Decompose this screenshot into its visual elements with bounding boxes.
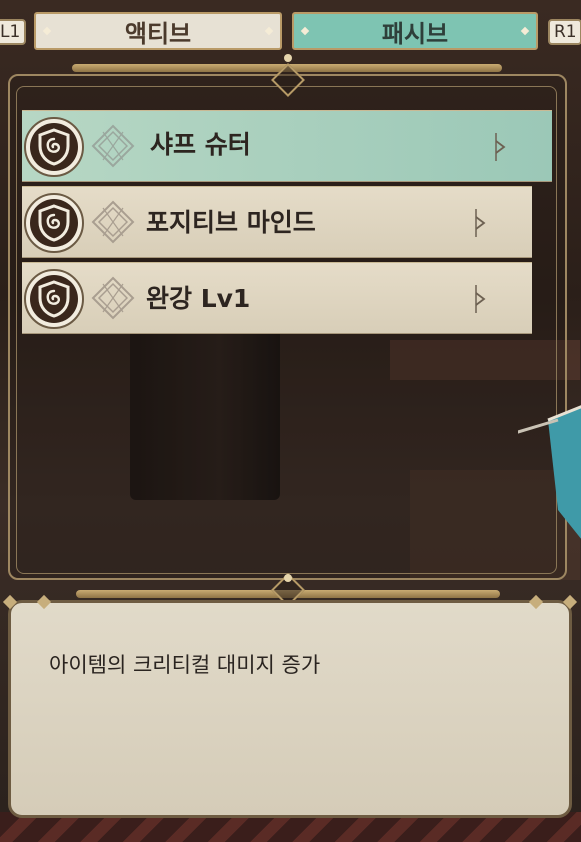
skill-description-panel: 아이템의 크리티컬 대미지 증가 — [2, 594, 578, 818]
skill-row-tenacity[interactable]: 완강 Lv1 — [22, 262, 532, 334]
rune-diamond-icon — [88, 121, 138, 171]
skill-row-sharp-shooter[interactable]: 샤프 슈터 — [22, 110, 552, 182]
skill-name: 포지티브 마인드 — [146, 208, 316, 237]
skill-name: 샤프 슈터 — [150, 130, 251, 159]
skill-shield-icon — [24, 193, 84, 253]
tab-passive-skills[interactable]: 패시브 — [292, 12, 538, 50]
skill-shield-icon — [24, 117, 84, 177]
ornament-dot — [284, 54, 292, 62]
chevron-right-icon — [470, 283, 490, 315]
feather-weapon-decoration — [518, 405, 581, 539]
rune-diamond-icon — [88, 273, 138, 323]
chevron-right-icon — [490, 131, 510, 163]
l1-key-hint[interactable]: L1 — [0, 19, 26, 45]
tab-label: 액티브 — [124, 19, 192, 48]
skill-description-text: 아이템의 크리티컬 대미지 증가 — [49, 653, 321, 677]
skill-row-positive-mind[interactable]: 포지티브 마인드 — [22, 186, 532, 258]
skill-name: 완강 Lv1 — [146, 284, 251, 313]
tab-label: 패시브 — [381, 19, 449, 48]
tab-active-skills[interactable]: 액티브 — [34, 12, 282, 50]
r1-key-hint[interactable]: R1 — [548, 19, 581, 45]
rune-diamond-icon — [88, 197, 138, 247]
chevron-right-icon — [470, 207, 490, 239]
skill-shield-icon — [24, 269, 84, 329]
ornament-dot — [284, 574, 292, 582]
